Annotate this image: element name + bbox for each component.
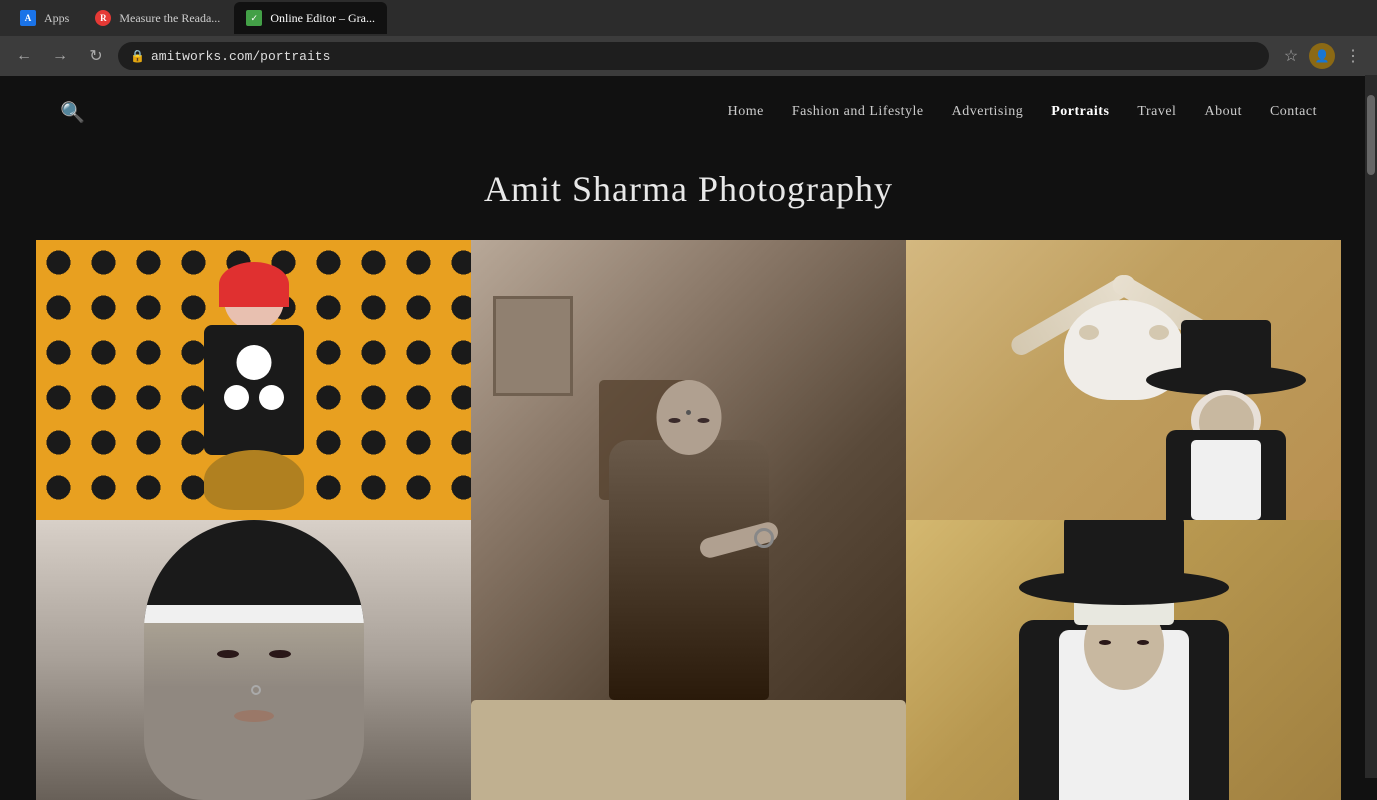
apps-favicon: A — [20, 10, 36, 26]
url-text: amitworks.com/portraits — [151, 49, 330, 64]
user-avatar[interactable]: 👤 — [1309, 43, 1335, 69]
woman-figure-3 — [1161, 360, 1291, 520]
gallery-image-2 — [471, 240, 906, 800]
gallery-item-3[interactable] — [906, 240, 1341, 520]
white-headband — [144, 605, 364, 623]
browser-chrome: A Apps R Measure the Reada... ✓ Online E… — [0, 0, 1377, 76]
wall-painting — [493, 296, 573, 396]
nav-contact[interactable]: Contact — [1270, 104, 1317, 120]
left-eye — [217, 650, 239, 658]
tab-apps[interactable]: A Apps — [8, 2, 81, 34]
hat-crown — [1181, 320, 1271, 370]
figure-head — [656, 380, 721, 455]
hat-woman-figure — [1019, 540, 1229, 800]
close-up-face — [36, 520, 471, 800]
eye-left — [668, 418, 680, 423]
measure-favicon: R — [95, 10, 111, 26]
nav-home[interactable]: Home — [728, 104, 764, 120]
gallery-item-6[interactable] — [906, 520, 1341, 800]
circle-pattern-1 — [236, 345, 271, 380]
eye-socket-right — [1149, 325, 1169, 340]
menu-button[interactable]: ⋮ — [1339, 42, 1367, 70]
page-title-section: Amit Sharma Photography — [0, 148, 1377, 240]
gallery-image-3 — [906, 240, 1341, 520]
tab-measure-label: Measure the Reada... — [119, 11, 220, 26]
hat-crown-6 — [1064, 520, 1184, 575]
bangles — [754, 528, 774, 548]
right-eye — [269, 650, 291, 658]
red-hair — [219, 262, 289, 307]
tab-editor[interactable]: ✓ Online Editor – Gra... — [234, 2, 387, 34]
tabs-bar: A Apps R Measure the Reada... ✓ Online E… — [0, 0, 1377, 36]
hat-brim-6 — [1019, 570, 1229, 605]
eyes-container — [144, 650, 364, 658]
site-navigation: 🔍 Home Fashion and Lifestyle Advertising… — [0, 76, 1377, 148]
gallery-item-4[interactable] — [36, 520, 471, 800]
tab-measure[interactable]: R Measure the Reada... — [83, 2, 232, 34]
tab-apps-label: Apps — [44, 11, 69, 26]
nose-ring — [251, 685, 261, 695]
browser-toolbar: ← → ↻ 🔒 amitworks.com/portraits ☆ 👤 ⋮ — [0, 36, 1377, 76]
saree-figure — [599, 380, 779, 740]
search-icon[interactable]: 🔍 — [60, 100, 85, 125]
nav-advertising[interactable]: Advertising — [952, 104, 1024, 120]
eye-right — [697, 418, 709, 423]
face-shape — [144, 520, 364, 800]
editor-favicon: ✓ — [246, 10, 262, 26]
gallery-image-4 — [36, 520, 471, 800]
nav-portraits[interactable]: Portraits — [1051, 104, 1109, 120]
face6-right-eye — [1137, 640, 1149, 645]
gallery-item-2[interactable] — [471, 240, 906, 800]
circle-pattern-2 — [224, 385, 249, 410]
circle-pattern-3 — [259, 385, 284, 410]
gallery-image-1 — [36, 240, 471, 520]
forward-button[interactable]: → — [46, 42, 74, 70]
lips — [234, 710, 274, 722]
lock-icon: 🔒 — [130, 49, 145, 64]
gallery-item-1[interactable] — [36, 240, 471, 520]
nav-links: Home Fashion and Lifestyle Advertising P… — [728, 104, 1317, 120]
body-1 — [204, 325, 304, 455]
website: 🔍 Home Fashion and Lifestyle Advertising… — [0, 76, 1377, 800]
nav-travel[interactable]: Travel — [1137, 104, 1176, 120]
saree-body — [609, 440, 769, 700]
eye-socket-left — [1079, 325, 1099, 340]
face6-left-eye — [1099, 640, 1111, 645]
address-bar[interactable]: 🔒 amitworks.com/portraits — [118, 42, 1269, 70]
refresh-button[interactable]: ↻ — [82, 42, 110, 70]
tab-editor-label: Online Editor – Gra... — [270, 11, 375, 26]
pumpkin-decoration — [204, 450, 304, 510]
nav-fashion[interactable]: Fashion and Lifestyle — [792, 104, 924, 120]
scrollbar[interactable] — [1365, 75, 1377, 778]
scrollbar-thumb[interactable] — [1367, 95, 1375, 175]
browser-actions: ☆ 👤 ⋮ — [1277, 42, 1367, 70]
gallery-image-6 — [906, 520, 1341, 800]
gallery-grid — [0, 240, 1377, 800]
page-title: Amit Sharma Photography — [0, 168, 1377, 210]
back-button[interactable]: ← — [10, 42, 38, 70]
nav-about[interactable]: About — [1204, 104, 1242, 120]
bookmark-button[interactable]: ☆ — [1277, 42, 1305, 70]
bindi — [686, 410, 691, 415]
white-shirt — [1191, 440, 1261, 520]
